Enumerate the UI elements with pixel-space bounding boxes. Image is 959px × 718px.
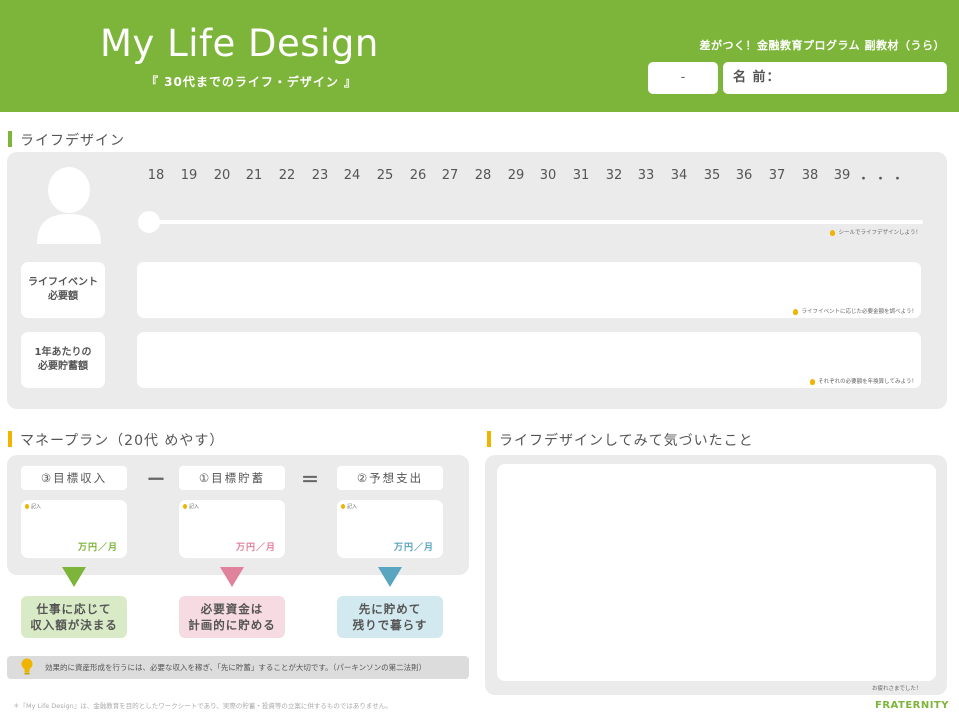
unit-label: 万円／月 <box>235 543 276 553</box>
age-label: 35 <box>703 168 721 183</box>
unit-label: 万円／月 <box>393 543 434 553</box>
target-income-tag: ③目標収入 <box>21 466 127 490</box>
age-label: 38 <box>801 168 819 183</box>
age-row: 18 19 20 21 22 23 24 25 26 27 28 29 30 3… <box>141 168 921 187</box>
age-label: 32 <box>605 168 623 183</box>
tip-bar: 効果的に資産形成を行うには、必要な収入を稼ぎ、「先に貯蓄」することが大切です。（… <box>7 656 469 679</box>
arrow-down-icon <box>62 567 86 587</box>
annual-saving-label: 1年あたりの 必要貯蓄額 <box>21 332 105 388</box>
age-label: 30 <box>539 168 557 183</box>
age-label: 36 <box>735 168 753 183</box>
bulb-icon <box>793 308 799 315</box>
age-label: 19 <box>180 168 198 183</box>
result-line2: 残りで暮らす <box>352 618 428 632</box>
minus-sign: ー <box>147 470 165 491</box>
life-event-label-line1: ライフイベント <box>28 277 98 288</box>
name-field[interactable]: 名 前： <box>723 62 947 94</box>
equals-sign: ＝ <box>301 470 319 491</box>
life-design-panel: 18 19 20 21 22 23 24 25 26 27 28 29 30 3… <box>7 152 947 409</box>
age-label: 23 <box>311 168 329 183</box>
result-line1: 必要資金は <box>200 602 264 616</box>
age-label: 25 <box>376 168 394 183</box>
page-title: My Life Design <box>100 22 379 65</box>
saving-result-note: 必要資金は 計画的に貯める <box>179 596 285 638</box>
age-label: 28 <box>474 168 492 183</box>
brand-logo: FRATERNITY <box>875 700 949 711</box>
timeline-track <box>150 220 923 224</box>
age-label: 26 <box>409 168 427 183</box>
bulb-icon <box>830 229 836 236</box>
age-label: 34 <box>670 168 688 183</box>
annual-saving-hint: それぞれの必要額を年換算してみよう！ <box>810 377 917 385</box>
entry-hint: 記入 <box>341 503 357 510</box>
person-icon <box>37 167 101 244</box>
target-income-input[interactable]: 記入 万円／月 <box>21 500 127 558</box>
arrow-down-icon <box>220 567 244 587</box>
target-saving-input[interactable]: 記入 万円／月 <box>179 500 285 558</box>
program-label: 差がつく！金融教育プログラム 副教材（うら） <box>699 39 945 52</box>
arrow-down-icon <box>378 567 402 587</box>
age-label: 18 <box>147 168 165 183</box>
life-design-heading: ライフデザイン <box>8 130 125 150</box>
entry-hint: 記入 <box>183 503 199 510</box>
footer-note: ＊『My Life Design』は、金融教育を目的としたワークシートであり、実… <box>13 702 392 710</box>
entry-hint: 記入 <box>25 503 41 510</box>
result-line1: 先に貯めて <box>358 602 422 616</box>
money-plan-heading: マネープラン（20代 めやす） <box>8 430 224 450</box>
bulb-icon <box>25 504 29 509</box>
age-label: 31 <box>572 168 590 183</box>
timeline-handle[interactable] <box>138 211 160 233</box>
unit-label: 万円／月 <box>77 543 118 553</box>
lightbulb-icon <box>21 658 33 675</box>
bulb-icon <box>341 504 345 509</box>
life-event-hint-text: ライフイベントに応じた必要金額を調べよう！ <box>801 309 917 315</box>
money-plan-panel: ③目標収入 ー ①目標貯蓄 ＝ ②予想支出 記入 万円／月 記入 万円／月 記入… <box>7 455 469 575</box>
age-label: 39 <box>833 168 851 183</box>
result-line2: 計画的に貯める <box>188 618 276 632</box>
page-subtitle: 『 30代までのライフ・デザイン 』 <box>146 75 358 89</box>
annual-saving-label-line2: 必要貯蓄額 <box>38 361 88 372</box>
entry-hint-text: 記入 <box>189 504 200 510</box>
age-label: 27 <box>441 168 459 183</box>
bulb-icon <box>810 378 816 385</box>
entry-hint-text: 記入 <box>347 504 358 510</box>
notice-input[interactable] <box>497 464 936 681</box>
annual-saving-label-line1: 1年あたりの <box>34 347 92 358</box>
target-saving-tag: ①目標貯蓄 <box>179 466 285 490</box>
timeline-hint: シールでライフデザインしよう！ <box>830 228 921 236</box>
life-event-hint: ライフイベントに応じた必要金額を調べよう！ <box>793 307 917 315</box>
result-line2: 収入額が決まる <box>30 618 118 632</box>
bulb-icon <box>183 504 187 509</box>
age-label: 21 <box>245 168 263 183</box>
expected-expense-input[interactable]: 記入 万円／月 <box>337 500 443 558</box>
income-result-note: 仕事に応じて 収入額が決まる <box>21 596 127 638</box>
closing-message: お疲れさまでした！ <box>872 686 922 692</box>
expected-expense-tag: ②予想支出 <box>337 466 443 490</box>
age-label: 20 <box>213 168 231 183</box>
annual-saving-input[interactable] <box>137 332 921 388</box>
age-label: 37 <box>768 168 786 183</box>
timeline-hint-text: シールでライフデザインしよう！ <box>838 230 921 236</box>
age-label: 22 <box>278 168 296 183</box>
age-label: 33 <box>637 168 655 183</box>
notice-heading: ライフデザインしてみて気づいたこと <box>487 430 754 450</box>
age-label: ・・・ <box>857 172 909 187</box>
entry-hint-text: 記入 <box>31 504 42 510</box>
age-label: 24 <box>343 168 361 183</box>
result-line1: 仕事に応じて <box>36 602 112 616</box>
class-field[interactable]: - <box>648 62 718 94</box>
life-event-label-line2: 必要額 <box>48 291 78 302</box>
header-bar: My Life Design 『 30代までのライフ・デザイン 』 差がつく！金… <box>0 0 959 112</box>
expense-result-note: 先に貯めて 残りで暮らす <box>337 596 443 638</box>
life-event-label: ライフイベント 必要額 <box>21 262 105 318</box>
annual-saving-hint-text: それぞれの必要額を年換算してみよう！ <box>818 379 917 385</box>
age-label: 29 <box>507 168 525 183</box>
